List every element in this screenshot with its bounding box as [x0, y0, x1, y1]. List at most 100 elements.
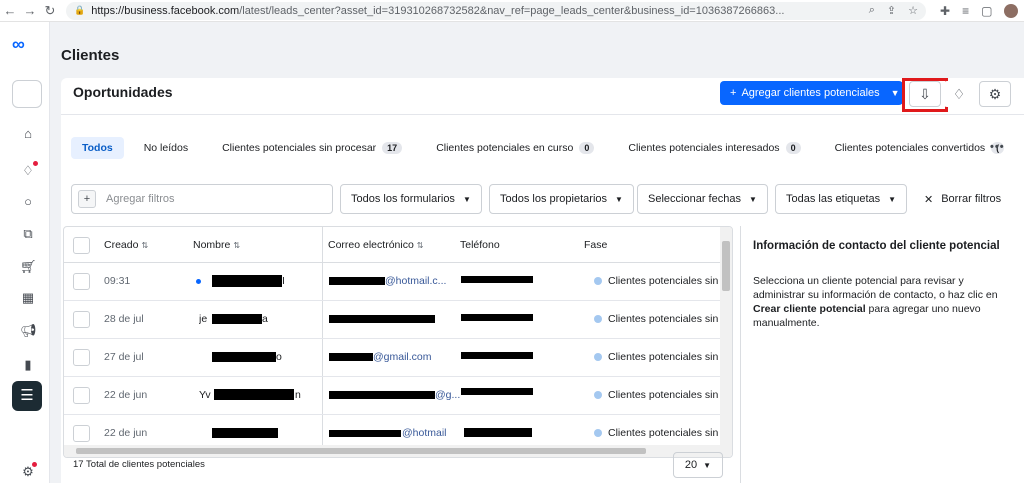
table-row[interactable]: 27 de jul o @gmail.com Clientes potencia…: [64, 339, 720, 377]
row-checkbox[interactable]: [73, 273, 90, 290]
tab-label: Clientes potenciales en curso: [436, 142, 574, 154]
unread-indicator: [196, 279, 201, 284]
header-label: Teléfono: [460, 239, 500, 251]
redacted-email: [329, 353, 373, 361]
stage-label: Clientes potenciales sin: [608, 351, 719, 363]
scroll-thumb[interactable]: [722, 241, 730, 291]
tab-interesados[interactable]: Clientes potenciales interesados 0: [628, 142, 801, 154]
tab-convertidos[interactable]: Clientes potenciales convertidos(: [835, 142, 1005, 154]
address-bar[interactable]: 🔒 https://business.facebook.com /latest/…: [66, 1, 926, 20]
owners-dropdown[interactable]: Todos los propietarios ▼: [489, 184, 634, 214]
name-cell: a: [262, 313, 268, 325]
horizontal-scrollbar[interactable]: [64, 445, 720, 457]
header-label: Nombre: [193, 239, 231, 251]
tab-count: 0: [785, 142, 801, 154]
settings-button[interactable]: ⚙: [979, 81, 1011, 107]
zoom-icon[interactable]: ⌕: [869, 4, 875, 17]
dropdown-label: Seleccionar fechas: [648, 193, 741, 205]
back-icon[interactable]: ←: [0, 3, 20, 18]
share-icon[interactable]: ⇪: [887, 4, 896, 17]
sidepanel-icon[interactable]: ▢: [981, 4, 992, 18]
create-lead-link[interactable]: Crear cliente potencial: [753, 303, 866, 315]
all-tools-menu-icon[interactable]: ☰: [12, 381, 42, 411]
sort-email-header[interactable]: Correo electrónico ⇅: [328, 239, 424, 251]
phone-header[interactable]: Teléfono: [460, 239, 500, 251]
row-checkbox[interactable]: [73, 425, 90, 442]
vertical-scrollbar[interactable]: [720, 227, 732, 457]
redacted-phone: [464, 428, 532, 437]
created-cell: 09:31: [104, 275, 131, 287]
sort-icon: ⇅: [233, 241, 241, 250]
sort-icon: ⇅: [141, 241, 149, 250]
page-size-select[interactable]: 20 ▼: [673, 452, 723, 478]
forms-dropdown[interactable]: Todos los formularios ▼: [340, 184, 482, 214]
created-cell: 22 de jun: [104, 389, 148, 401]
ads-megaphone-icon[interactable]: 📢︎: [20, 323, 37, 339]
reload-icon[interactable]: ↻: [40, 3, 60, 19]
tab-label: Clientes potenciales sin procesar: [222, 142, 377, 154]
tab-count: 0: [579, 142, 595, 154]
scroll-thumb[interactable]: [76, 448, 646, 454]
sort-created-header[interactable]: Creado ⇅: [104, 239, 148, 251]
lead-tabs: Todos No leídos Clientes potenciales sin…: [71, 136, 1005, 160]
redacted-name: [212, 428, 278, 438]
stage-dot-icon: [594, 353, 602, 361]
select-all-checkbox[interactable]: [73, 237, 90, 254]
reading-list-icon[interactable]: ≡: [962, 4, 969, 18]
row-checkbox[interactable]: [73, 387, 90, 404]
sort-name-header[interactable]: Nombre ⇅: [193, 239, 240, 251]
caret-down-icon: ▼: [615, 194, 623, 204]
tab-en-curso[interactable]: Clientes potenciales en curso 0: [436, 142, 595, 154]
stage-header[interactable]: Fase: [584, 239, 607, 251]
clear-filters-button[interactable]: ✕ Borrar filtros: [924, 184, 1001, 214]
name-cell: je: [199, 313, 208, 325]
add-filter-input[interactable]: + Agregar filtros: [71, 184, 333, 214]
created-cell: 22 de jun: [104, 427, 148, 439]
add-leads-button[interactable]: + Agregar clientes potenciales ▼: [720, 81, 903, 105]
redacted-name: [212, 314, 262, 324]
email-cell[interactable]: @hotmail: [402, 427, 447, 439]
dropdown-label: Todos los formularios: [351, 193, 455, 205]
redacted-phone: [461, 352, 533, 359]
forward-icon[interactable]: →: [20, 3, 40, 18]
tab-sin-procesar[interactable]: Clientes potenciales sin procesar 17: [222, 142, 403, 154]
bookmark-star-icon[interactable]: ☆: [908, 4, 918, 17]
table-row[interactable]: 22 de jun Yv n @g... Clientes potenciale…: [64, 377, 720, 415]
caret-down-icon: ▼: [748, 194, 757, 204]
home-icon[interactable]: ⌂: [20, 126, 36, 142]
close-icon: ✕: [924, 193, 934, 206]
insights-chart-icon[interactable]: ▮: [20, 357, 36, 373]
plus-icon: +: [730, 87, 737, 99]
stage-cell: Clientes potenciales sin: [594, 427, 718, 439]
row-checkbox[interactable]: [73, 311, 90, 328]
email-cell[interactable]: @g...: [435, 389, 460, 401]
bell-button[interactable]: ♢: [943, 81, 975, 107]
meta-logo-icon[interactable]: ∞: [12, 34, 25, 55]
account-switcher[interactable]: [12, 80, 42, 108]
section-title: Oportunidades: [73, 84, 173, 100]
add-leads-label: Agregar clientes potenciales: [741, 87, 880, 99]
header-label: Correo electrónico: [328, 239, 414, 251]
browser-toolbar: ← → ↻ 🔒 https://business.facebook.com /l…: [0, 0, 1024, 22]
table-grid-icon[interactable]: ▦: [20, 290, 36, 306]
tab-todos[interactable]: Todos: [71, 137, 124, 159]
commerce-icon[interactable]: 🛒︎: [20, 259, 37, 275]
tags-dropdown[interactable]: Todas las etiquetas ▼: [775, 184, 908, 214]
tab-no-leidos[interactable]: No leídos: [144, 142, 188, 154]
tab-label: Todos: [82, 142, 113, 154]
content-icon[interactable]: ⧉: [20, 226, 36, 242]
page-title: Clientes: [61, 47, 120, 64]
stage-dot-icon: [594, 277, 602, 285]
email-cell[interactable]: @gmail.com: [373, 351, 432, 363]
row-checkbox[interactable]: [73, 349, 90, 366]
profile-avatar[interactable]: [1004, 3, 1019, 18]
extensions-icon[interactable]: ✚: [940, 4, 950, 18]
total-count: 17 Total de clientes potenciales: [73, 459, 205, 470]
table-row[interactable]: 28 de jul je a Clientes potenciales sin: [64, 301, 720, 339]
table-row[interactable]: 09:31 I @hotmail.c... Clientes potencial…: [64, 263, 720, 301]
dates-dropdown[interactable]: Seleccionar fechas ▼: [637, 184, 768, 214]
url-path: /latest/leads_center?asset_id=3193102687…: [239, 4, 785, 17]
stage-label: Clientes potenciales sin: [608, 275, 719, 287]
messages-icon[interactable]: ○: [20, 194, 36, 210]
more-tabs-icon[interactable]: •••: [990, 141, 1005, 153]
